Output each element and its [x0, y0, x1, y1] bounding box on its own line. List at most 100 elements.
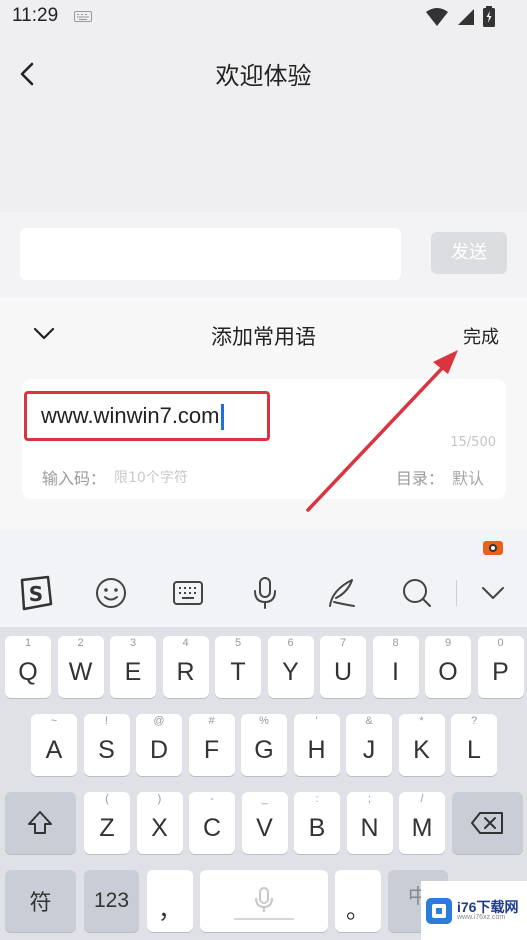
delete-key[interactable]	[452, 792, 523, 854]
key-m[interactable]: / M	[399, 792, 445, 854]
key-label: F	[203, 736, 220, 764]
key-label: I	[392, 658, 399, 686]
title-bar: 欢迎体验	[0, 42, 527, 106]
numbers-key[interactable]: 123	[84, 870, 139, 932]
key-label: R	[176, 658, 195, 686]
key-secondary-symbol: 7	[339, 637, 347, 649]
key-secondary-symbol: _	[261, 793, 268, 805]
key-n[interactable]: ; N	[346, 792, 393, 854]
send-button[interactable]: 发送	[431, 232, 507, 274]
key-secondary-symbol: 3	[129, 637, 137, 649]
char-counter: 15/500	[450, 435, 496, 450]
panel-title: 添加常用语	[211, 325, 316, 349]
key-h[interactable]: ' H	[293, 714, 340, 776]
period-key[interactable]: 。	[335, 870, 381, 932]
microphone-icon[interactable]	[246, 574, 284, 612]
key-label: Y	[282, 658, 299, 686]
key-label: M	[411, 814, 433, 842]
keyboard-status-icon	[74, 11, 92, 22]
watermark-url: www.i76xz.com	[457, 914, 506, 921]
key-g[interactable]: % G	[241, 714, 287, 776]
space-bar-line	[234, 918, 294, 920]
soft-keyboard: S 1Q2W3E4R5T6Y7U8I9O0P ~ A! S @ D # F% G ' H & J * K?…	[0, 530, 527, 940]
key-i[interactable]: 8I	[372, 636, 419, 698]
comma-key[interactable]: ，	[147, 870, 193, 932]
key-secondary-symbol: 0	[497, 637, 504, 649]
key-z[interactable]: (Z	[84, 792, 130, 854]
composer-row: 发送	[0, 212, 527, 297]
signal-icon	[458, 8, 474, 25]
key-secondary-symbol: -	[210, 793, 214, 805]
numbers-key-label: 123	[93, 889, 130, 912]
key-f[interactable]: # F	[188, 714, 235, 776]
key-label: E	[124, 658, 142, 686]
key-q[interactable]: 1Q	[5, 636, 51, 698]
emoji-icon[interactable]	[92, 574, 130, 612]
key-o[interactable]: 9O	[425, 636, 471, 698]
directory-label: 目录：	[396, 469, 445, 488]
input-code-label: 输入码：	[42, 469, 107, 488]
key-v[interactable]: _ V	[241, 792, 288, 854]
key-label: G	[254, 736, 274, 764]
key-p[interactable]: 0P	[477, 636, 524, 698]
shift-key[interactable]	[5, 792, 76, 854]
key-secondary-symbol: :	[315, 793, 319, 805]
key-label: V	[256, 814, 273, 842]
key-label: P	[492, 658, 509, 686]
key-secondary-symbol: 1	[24, 637, 32, 649]
key-secondary-symbol: ;	[367, 793, 372, 805]
collapse-keyboard-icon[interactable]	[474, 574, 512, 612]
key-l[interactable]: ? L	[451, 714, 497, 776]
key-j[interactable]: & J	[346, 714, 392, 776]
key-d[interactable]: @ D	[136, 714, 182, 776]
done-button[interactable]: 完成	[463, 323, 499, 349]
key-k[interactable]: * K	[398, 714, 445, 776]
skin-badge-icon[interactable]	[482, 538, 504, 558]
key-secondary-symbol: &	[365, 715, 373, 727]
key-e[interactable]: 3E	[110, 636, 156, 698]
keyboard-icon[interactable]	[169, 574, 207, 612]
key-u[interactable]: 7U	[320, 636, 366, 698]
watermark-logo-icon	[426, 897, 452, 924]
symbols-key[interactable]: 符	[5, 870, 76, 932]
key-label: A	[45, 736, 63, 764]
key-x[interactable]: ) X	[136, 792, 183, 854]
space-mic-icon	[255, 887, 273, 912]
directory-select[interactable]: 默认	[452, 465, 484, 489]
key-label: S	[98, 736, 115, 764]
key-label: D	[149, 736, 169, 764]
key-y[interactable]: 6Y	[267, 636, 314, 698]
toolbar-divider	[456, 580, 457, 606]
key-t[interactable]: 5T	[215, 636, 261, 698]
key-secondary-symbol: 8	[392, 637, 399, 649]
key-c[interactable]: -C	[189, 792, 235, 854]
sogou-logo-icon[interactable]: S	[16, 574, 54, 612]
handwriting-icon[interactable]	[322, 574, 360, 612]
battery-icon	[483, 6, 495, 27]
key-r[interactable]: 4R	[162, 636, 209, 698]
phrase-input[interactable]: www.winwin7.com	[24, 391, 270, 441]
key-s[interactable]: ! S	[83, 714, 130, 776]
key-w[interactable]: 2W	[57, 636, 104, 698]
wifi-icon	[426, 7, 448, 26]
period-key-label: 。	[346, 897, 370, 924]
input-code-field[interactable]: 限10个字符	[114, 467, 188, 487]
key-secondary-symbol: !	[104, 715, 109, 727]
key-a[interactable]: ~ A	[31, 714, 77, 776]
status-time: 11:29	[12, 5, 59, 26]
key-label: L	[467, 736, 481, 764]
key-secondary-symbol: 2	[77, 637, 84, 649]
keyboard-toolbar: S	[0, 530, 527, 627]
key-label: B	[308, 814, 326, 842]
comma-key-label: ，	[158, 897, 182, 924]
key-b[interactable]: :B	[294, 792, 340, 854]
key-label: X	[151, 814, 168, 842]
key-label: O	[438, 658, 458, 686]
key-secondary-symbol: 4	[182, 637, 189, 649]
key-label: K	[413, 736, 430, 764]
svg-text:S: S	[29, 582, 43, 606]
key-label: H	[307, 736, 326, 764]
message-input[interactable]	[20, 228, 401, 280]
space-key[interactable]	[200, 870, 328, 932]
search-icon[interactable]	[398, 574, 436, 612]
